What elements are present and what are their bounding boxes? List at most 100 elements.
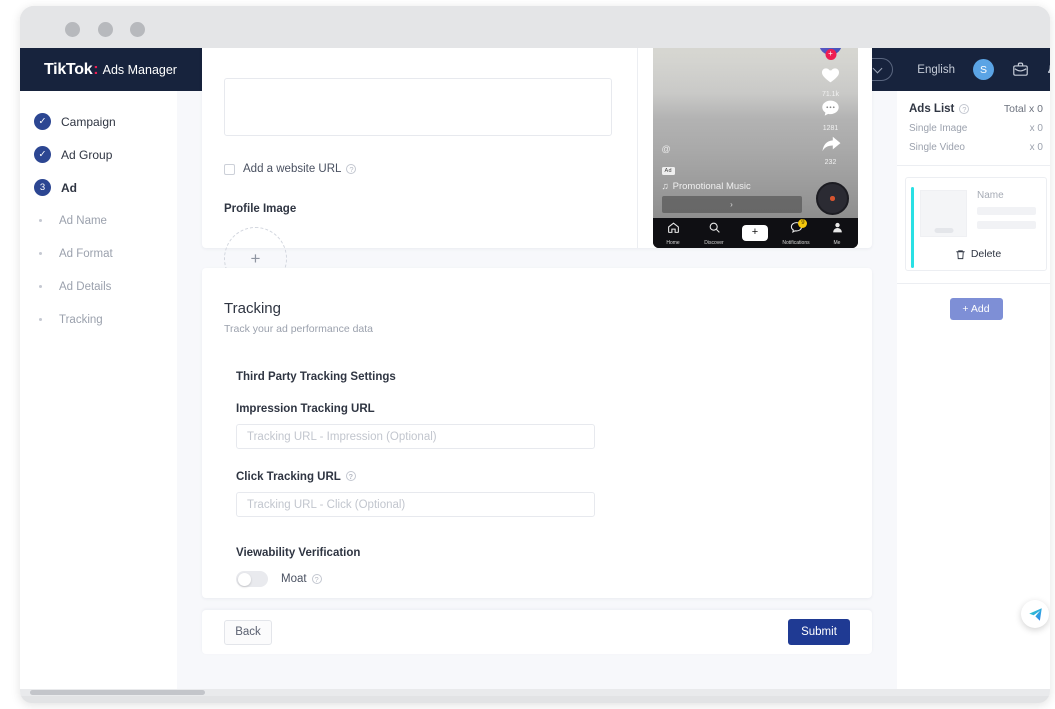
ad-preview-pane: + 71.1k 1281 232 @ Ad ♫ Promotional Musi… [637,48,872,248]
horizontal-scrollbar[interactable] [20,689,1050,696]
comment-count: 1281 [822,125,839,132]
bullet-icon [39,219,42,222]
paper-plane-icon [1028,607,1042,621]
person-icon [832,222,842,232]
click-tracking-input[interactable] [236,492,595,517]
preview-like-button[interactable]: 71.1k [814,64,848,98]
preview-share-button[interactable]: 232 [814,135,848,166]
bullet-icon [39,285,42,288]
preview-nav-discover[interactable]: Discover [694,221,735,246]
sidebar-item-ad-format[interactable]: Ad Format [20,237,177,270]
ad-thumbnail [920,190,967,237]
bullet-icon [39,252,42,255]
ad-card-accent-bar [911,187,914,268]
language-selector[interactable]: English [917,64,955,76]
preview-nav-home[interactable]: Home [653,221,694,246]
preview-comment-button[interactable]: 1281 [814,98,848,132]
brand-colon: : [93,60,99,78]
toggle-knob [237,572,251,586]
heart-icon [821,68,840,83]
tracking-subtitle: Track your ad performance data [224,323,374,335]
info-icon[interactable]: ? [346,164,357,174]
ads-count-label: Single Video [909,142,965,153]
window-titlebar [20,6,1050,48]
ad-card-meta: Name [977,190,1036,237]
chevron-down-icon [872,63,883,74]
window-close-dot[interactable] [65,22,80,37]
ads-count-row: Single Video x 0 [897,142,1050,153]
share-count: 232 [824,159,837,166]
feedback-send-button[interactable] [1021,600,1049,628]
ad-details-card: Add a website URL ? Profile Image + + 71… [202,48,872,290]
submit-button[interactable]: Submit [788,619,850,645]
preview-nav-notifications[interactable]: 9 Notifications [776,218,817,246]
info-icon[interactable]: ? [959,104,970,114]
ads-list-title: Ads List [909,103,955,115]
window-minimize-dot[interactable] [98,22,113,37]
ad-name-label: Name [977,190,1004,201]
sidebar-item-ad-details[interactable]: Ad Details [20,270,177,303]
preview-bottom-nav: Home Discover + 9 Notifications Me [652,218,858,248]
sidebar-item-ad-group[interactable]: ✓ Ad Group [20,138,177,171]
trash-icon [956,249,965,259]
tracking-card: Tracking Track your ad performance data … [202,268,872,598]
preview-music-row: ♫ Promotional Music [662,181,751,192]
info-icon[interactable]: ? [311,574,322,584]
ad-badge: Ad [661,167,675,175]
ads-list-header: Ads List ? Total x 0 [897,91,1050,115]
preview-cta-bar[interactable]: › [661,196,802,213]
briefcase-icon[interactable] [1012,61,1029,78]
scrollbar-thumb[interactable] [30,690,205,695]
plus-icon: + [250,248,261,268]
moat-label: Moat [281,573,307,585]
notification-bell-icon[interactable] [1046,61,1050,78]
delete-ad-button[interactable]: Delete [920,248,1036,260]
sidebar-item-ad[interactable]: 3 Ad [20,171,177,204]
thumbnail-placeholder-pill [934,228,953,233]
info-icon[interactable]: ? [345,471,356,481]
ads-total-count: Total x 0 [1003,103,1043,115]
phone-preview: + 71.1k 1281 232 @ Ad ♫ Promotional Musi… [652,48,858,248]
preview-nav-me[interactable]: Me [817,221,858,246]
preview-handle: @ [661,144,671,154]
sidebar-subitem-label: Ad Format [59,247,113,260]
add-ad-button[interactable]: + Add [949,298,1003,320]
ad-list-item[interactable]: Name Delete [905,177,1047,271]
impression-tracking-label: Impression Tracking URL [236,403,375,415]
sidebar-subitem-label: Ad Name [59,214,107,227]
divider [897,283,1050,284]
sidebar-item-tracking[interactable]: Tracking [20,303,177,336]
share-arrow-icon [821,136,840,152]
click-tracking-label: Click Tracking URL [236,471,341,483]
sidebar-subitem-label: Tracking [59,313,103,326]
back-button[interactable]: Back [224,619,272,645]
website-url-checkbox-row[interactable]: Add a website URL ? [224,163,612,175]
third-party-heading: Third Party Tracking Settings [236,371,396,383]
window-maximize-dot[interactable] [130,22,145,37]
sidebar-item-campaign[interactable]: ✓ Campaign [20,105,177,138]
music-disc-icon [815,182,849,215]
preview-author-avatar[interactable]: + [814,48,848,60]
brand-logo[interactable]: TikTok : Ads Manager [44,61,177,79]
plus-icon[interactable]: + [739,224,771,241]
website-url-checkbox[interactable] [224,163,235,175]
preview-nav-create[interactable]: + [735,224,776,242]
ads-count-row: Single Image x 0 [897,123,1050,134]
ad-card-body: Name [920,190,1036,237]
ad-text-textarea[interactable] [224,78,612,136]
avatar[interactable]: S [973,59,994,80]
divider [897,165,1050,166]
ads-count-value: x 0 [1029,123,1043,134]
step-number-badge: 3 [34,179,51,196]
sidebar-item-ad-name[interactable]: Ad Name [20,204,177,237]
website-url-label: Add a website URL [243,163,342,175]
sidebar-subitem-label: Ad Details [59,280,112,293]
impression-tracking-input[interactable] [236,424,595,449]
moat-toggle[interactable] [236,571,268,587]
preview-nav-label: Home [666,239,680,246]
profile-image-label: Profile Image [224,203,297,215]
comment-icon [822,100,839,116]
sidebar-item-label: Campaign [61,114,116,129]
ads-count-value: x 0 [1029,142,1043,153]
page-viewport: TikTok : Ads Manager Dashboard Campaign … [20,48,1050,696]
